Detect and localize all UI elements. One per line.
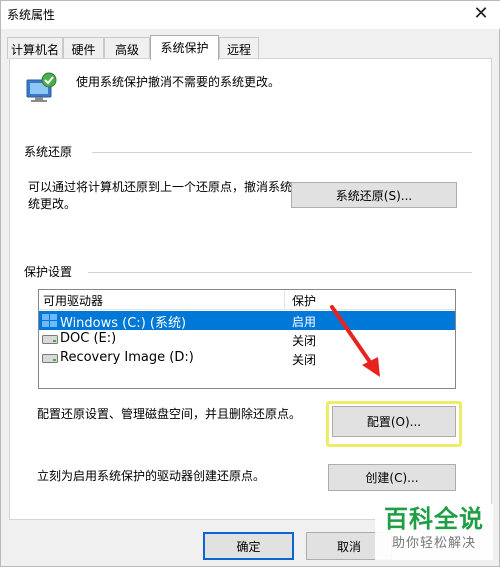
watermark-slogan: 助你轻松解决 [391, 536, 476, 551]
drive-name: Recovery Image (D:) [60, 350, 194, 365]
tab-advanced[interactable]: 高级 [104, 37, 150, 59]
drive-name: Windows (C:) (系统) [60, 316, 187, 331]
create-description: 立刻为启用系统保护的驱动器创建还原点。 [37, 469, 266, 483]
drive-row-d[interactable]: Recovery Image (D:) 关闭 [39, 349, 455, 368]
system-restore-button[interactable]: 系统还原(S)... [291, 182, 457, 208]
drive-list[interactable]: 可用驱动器 保护 Windows (C:) (系统) 启用 DOC (E:) 关… [38, 289, 456, 389]
restore-description-line1: 可以通过将计算机还原到上一个还原点，撤消系统 [28, 180, 293, 194]
drive-list-header: 可用驱动器 保护 [39, 290, 455, 310]
tab-remote[interactable]: 远程 [219, 37, 259, 59]
watermark-logo: 百科全说 助你轻松解决 [375, 504, 493, 560]
window-title: 系统属性 [7, 8, 56, 22]
configure-button[interactable]: 配置(O)... [332, 406, 456, 437]
drive-name: DOC (E:) [60, 331, 117, 346]
drive-protection-status: 启用 [292, 315, 317, 329]
watermark-title: 百科全说 [384, 505, 484, 533]
tab-hardware[interactable]: 硬件 [63, 37, 104, 59]
ok-button[interactable]: 确定 [203, 532, 294, 560]
restore-group-divider [92, 152, 472, 153]
system-protection-icon [26, 72, 57, 102]
drive-row-e[interactable]: DOC (E:) 关闭 [39, 330, 455, 349]
red-arrow-annotation [330, 305, 380, 377]
system-drive-icon [42, 314, 57, 327]
restore-description-line2: 统更改。 [28, 197, 77, 211]
column-header-drives[interactable]: 可用驱动器 [43, 292, 103, 309]
create-button[interactable]: 创建(C)... [328, 464, 456, 491]
drive-icon [42, 335, 58, 344]
restore-group-title: 系统还原 [24, 145, 73, 159]
close-icon[interactable]: ✕ [461, 1, 500, 29]
drive-protection-status: 关闭 [292, 353, 317, 367]
tab-computer-name[interactable]: 计算机名 [7, 37, 63, 59]
column-header-protection[interactable]: 保护 [292, 292, 316, 309]
title-bar: 系统属性 ✕ [1, 1, 500, 29]
drive-row-c[interactable]: Windows (C:) (系统) 启用 [39, 311, 455, 331]
intro-text: 使用系统保护撤消不需要的系统更改。 [76, 75, 281, 89]
protection-group-divider [88, 272, 472, 273]
drive-protection-status: 关闭 [292, 334, 317, 348]
column-separator [284, 290, 285, 310]
tab-system-protection[interactable]: 系统保护 [150, 35, 219, 60]
configure-description: 配置还原设置、管理磁盘空间，并且删除还原点。 [37, 407, 302, 421]
drive-icon [42, 354, 58, 363]
protection-group-title: 保护设置 [24, 265, 73, 279]
system-properties-window: 系统属性 ✕ 计算机名 硬件 高级 系统保护 远程 使用系统保护撤消不需要的系统… [0, 0, 500, 567]
